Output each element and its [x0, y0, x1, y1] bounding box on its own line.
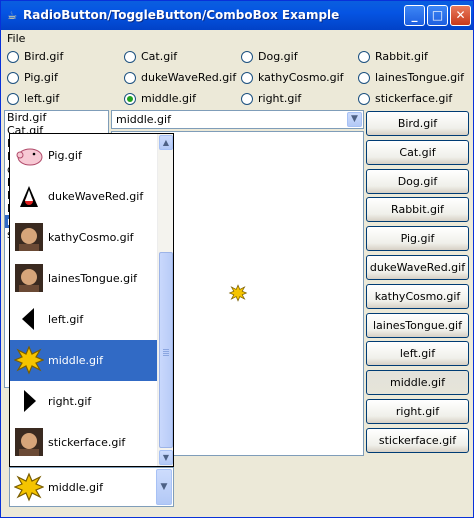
radio-group: Bird.gif Cat.gif Dog.gif Rabbit.gif Pig.gif d… [1, 48, 473, 110]
radio-circle[interactable] [358, 72, 370, 84]
radio-label: Rabbit.gif [375, 50, 428, 63]
list-item[interactable]: middle.gif [10, 340, 158, 381]
splat-icon [228, 284, 248, 302]
menu-file[interactable]: File [7, 32, 25, 45]
radio-circle[interactable] [124, 51, 136, 63]
radio-circle[interactable] [358, 51, 370, 63]
radio-circle[interactable] [358, 93, 370, 105]
right-arrow-icon [24, 390, 36, 412]
left-arrow-icon [22, 308, 34, 330]
toggle-button[interactable]: Rabbit.gif [366, 197, 469, 223]
list-item[interactable]: left.gif [10, 299, 158, 340]
list-item-label: Pig.gif [48, 149, 82, 162]
radio-circle[interactable] [241, 72, 253, 84]
radio-label: kathyCosmo.gif [258, 71, 344, 84]
radio-circle[interactable] [241, 93, 253, 105]
list-item[interactable]: Pig.gif [10, 135, 158, 176]
grip-icon [163, 349, 169, 350]
radio-circle[interactable] [7, 51, 19, 63]
toggle-button[interactable]: right.gif [366, 399, 469, 424]
popup-scrollbar[interactable]: ▲ ▼ [157, 134, 173, 466]
toggle-button[interactable]: Pig.gif [366, 226, 469, 252]
list-item-label: kathyCosmo.gif [48, 231, 134, 244]
toggle-button[interactable]: kathyCosmo.gif [366, 283, 469, 309]
list-item[interactable]: Bird.gif [5, 111, 108, 124]
list-item[interactable]: dukeWaveRed.gif [10, 176, 158, 217]
radio-label: Cat.gif [141, 50, 178, 63]
radio-label: middle.gif [141, 92, 196, 105]
list-item[interactable]: right.gif [10, 381, 158, 422]
radio-circle[interactable] [7, 93, 19, 105]
radio-label: Dog.gif [258, 50, 298, 63]
list-item-label: dukeWaveRed.gif [48, 190, 144, 203]
list-item-label: middle.gif [48, 354, 103, 367]
image-combobox-top[interactable]: middle.gif ▼ [111, 110, 364, 129]
toggle-button[interactable]: stickerface.gif [366, 427, 469, 453]
radio-label: left.gif [24, 92, 60, 105]
scroll-up-button[interactable]: ▲ [159, 135, 173, 150]
toggle-button[interactable]: middle.gif [366, 370, 469, 396]
radio-checked-dot [127, 96, 133, 102]
radio-label: right.gif [258, 92, 302, 105]
list-item-label: left.gif [48, 313, 84, 326]
toggle-button[interactable]: left.gif [366, 341, 469, 367]
java-icon: ☕ [7, 9, 17, 22]
toggle-button[interactable]: dukeWaveRed.gif [366, 255, 469, 280]
radio-circle[interactable] [7, 72, 19, 84]
splat-icon [14, 345, 44, 375]
maximize-button[interactable]: □ [427, 5, 448, 26]
toggle-button[interactable]: Bird.gif [366, 111, 469, 136]
title-bar[interactable]: ☕ RadioButton/ToggleButton/ComboBox Exam… [1, 1, 473, 30]
radio-label: dukeWaveRed.gif [141, 71, 237, 84]
splat-icon [14, 472, 44, 502]
combobox-value: middle.gif [48, 481, 103, 494]
photo-icon [15, 223, 43, 251]
radio-label: lainesTongue.gif [375, 71, 465, 84]
list-item[interactable]: stickerface.gif [10, 422, 158, 463]
list-item[interactable]: lainesTongue.gif [10, 258, 158, 299]
menu-bar: File [1, 30, 473, 48]
radio-label: Pig.gif [24, 71, 58, 84]
list-item-label: right.gif [48, 395, 92, 408]
close-button[interactable]: ✕ [450, 5, 471, 26]
combobox-popup-list[interactable]: stickerface.gif right.gif middle.gif left.g… [9, 133, 174, 467]
list-item-label: stickerface.gif [48, 436, 126, 449]
app-window: ☕ RadioButton/ToggleButton/ComboBox Exam… [0, 0, 474, 518]
photo-icon [15, 428, 43, 456]
image-combobox-bottom[interactable]: middle.gif ▼ [9, 467, 174, 507]
toggle-button[interactable]: Dog.gif [366, 168, 469, 194]
pig-icon [16, 148, 43, 166]
radio-circle[interactable] [241, 51, 253, 63]
list-item[interactable]: kathyCosmo.gif [10, 217, 158, 258]
scroll-thumb[interactable] [159, 252, 173, 448]
window-title: RadioButton/ToggleButton/ComboBox Exampl… [23, 8, 340, 22]
scroll-down-button[interactable]: ▼ [159, 450, 173, 465]
combobox-value: middle.gif [116, 113, 171, 126]
radio-label: stickerface.gif [375, 92, 453, 105]
toggle-button[interactable]: Cat.gif [366, 139, 469, 165]
minimize-button[interactable]: _ [404, 5, 425, 26]
chevron-down-icon[interactable]: ▼ [347, 112, 362, 127]
radio-circle[interactable] [124, 72, 136, 84]
radio-circle[interactable] [124, 93, 136, 105]
duke-icon [20, 186, 38, 207]
chevron-down-icon[interactable]: ▼ [156, 469, 172, 505]
toggle-button[interactable]: lainesTongue.gif [366, 312, 469, 338]
radio-label: Bird.gif [24, 50, 64, 63]
list-item-label: lainesTongue.gif [48, 272, 138, 285]
photo-icon [15, 264, 43, 292]
